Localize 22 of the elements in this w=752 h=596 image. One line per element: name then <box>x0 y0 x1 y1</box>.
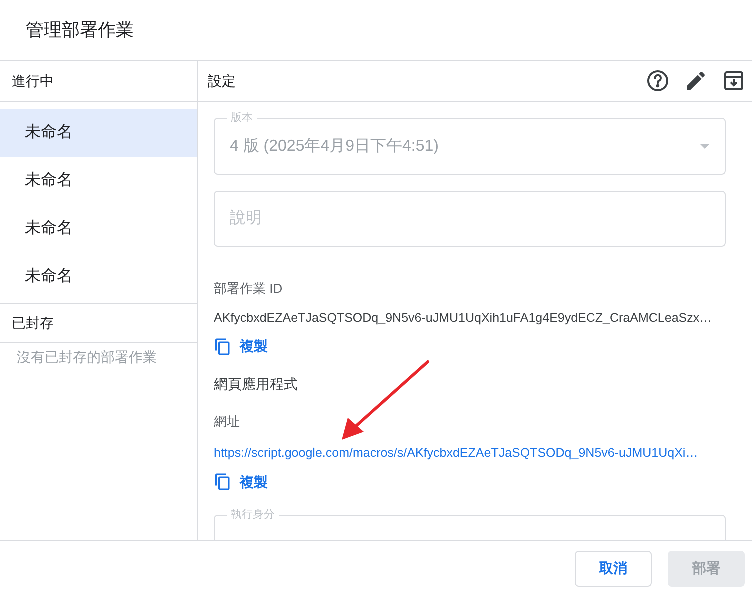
deployment-id: AKfycbxdEZAeTJaSQTSODq_9N5v6-uJMU1UqXih1uFA1g4E9ydECZ_CraAMCLeaSzx… <box>214 310 714 327</box>
description-field[interactable]: 說明 <box>214 191 726 247</box>
deployment-item[interactable]: 未命名 <box>0 109 197 157</box>
section-heading: 進行中 <box>12 72 54 90</box>
copy-icon <box>214 473 232 491</box>
help-icon[interactable] <box>646 69 670 93</box>
archive-icon[interactable] <box>722 69 746 93</box>
pencil-icon[interactable] <box>684 69 708 93</box>
copy-link[interactable]: 複製 <box>240 472 268 492</box>
cancel-button[interactable]: 取消 <box>575 550 652 586</box>
dialog-title: 管理部署作業 <box>26 18 134 42</box>
web-app-url[interactable]: https://script.google.com/macros/s/AKfycbxdEZAeTJaSQTSODq_9N5v6-uJMU1UqXi… <box>214 444 726 462</box>
dropdown-arrow-icon <box>700 144 710 149</box>
section-heading: 設定 <box>208 72 237 90</box>
empty-message: 沒有已封存的部署作業 <box>17 349 157 365</box>
copy-icon <box>214 338 232 356</box>
copy-link[interactable]: 複製 <box>240 336 268 358</box>
field-label: 網址 <box>214 413 241 432</box>
field-value: 4 版 (2025年4月9日下午4:51) <box>230 136 440 156</box>
field-label: 部署作業 ID <box>214 280 284 298</box>
web-app-heading: 網頁應用程式 <box>214 375 299 394</box>
section-heading: 已封存 <box>12 314 54 332</box>
